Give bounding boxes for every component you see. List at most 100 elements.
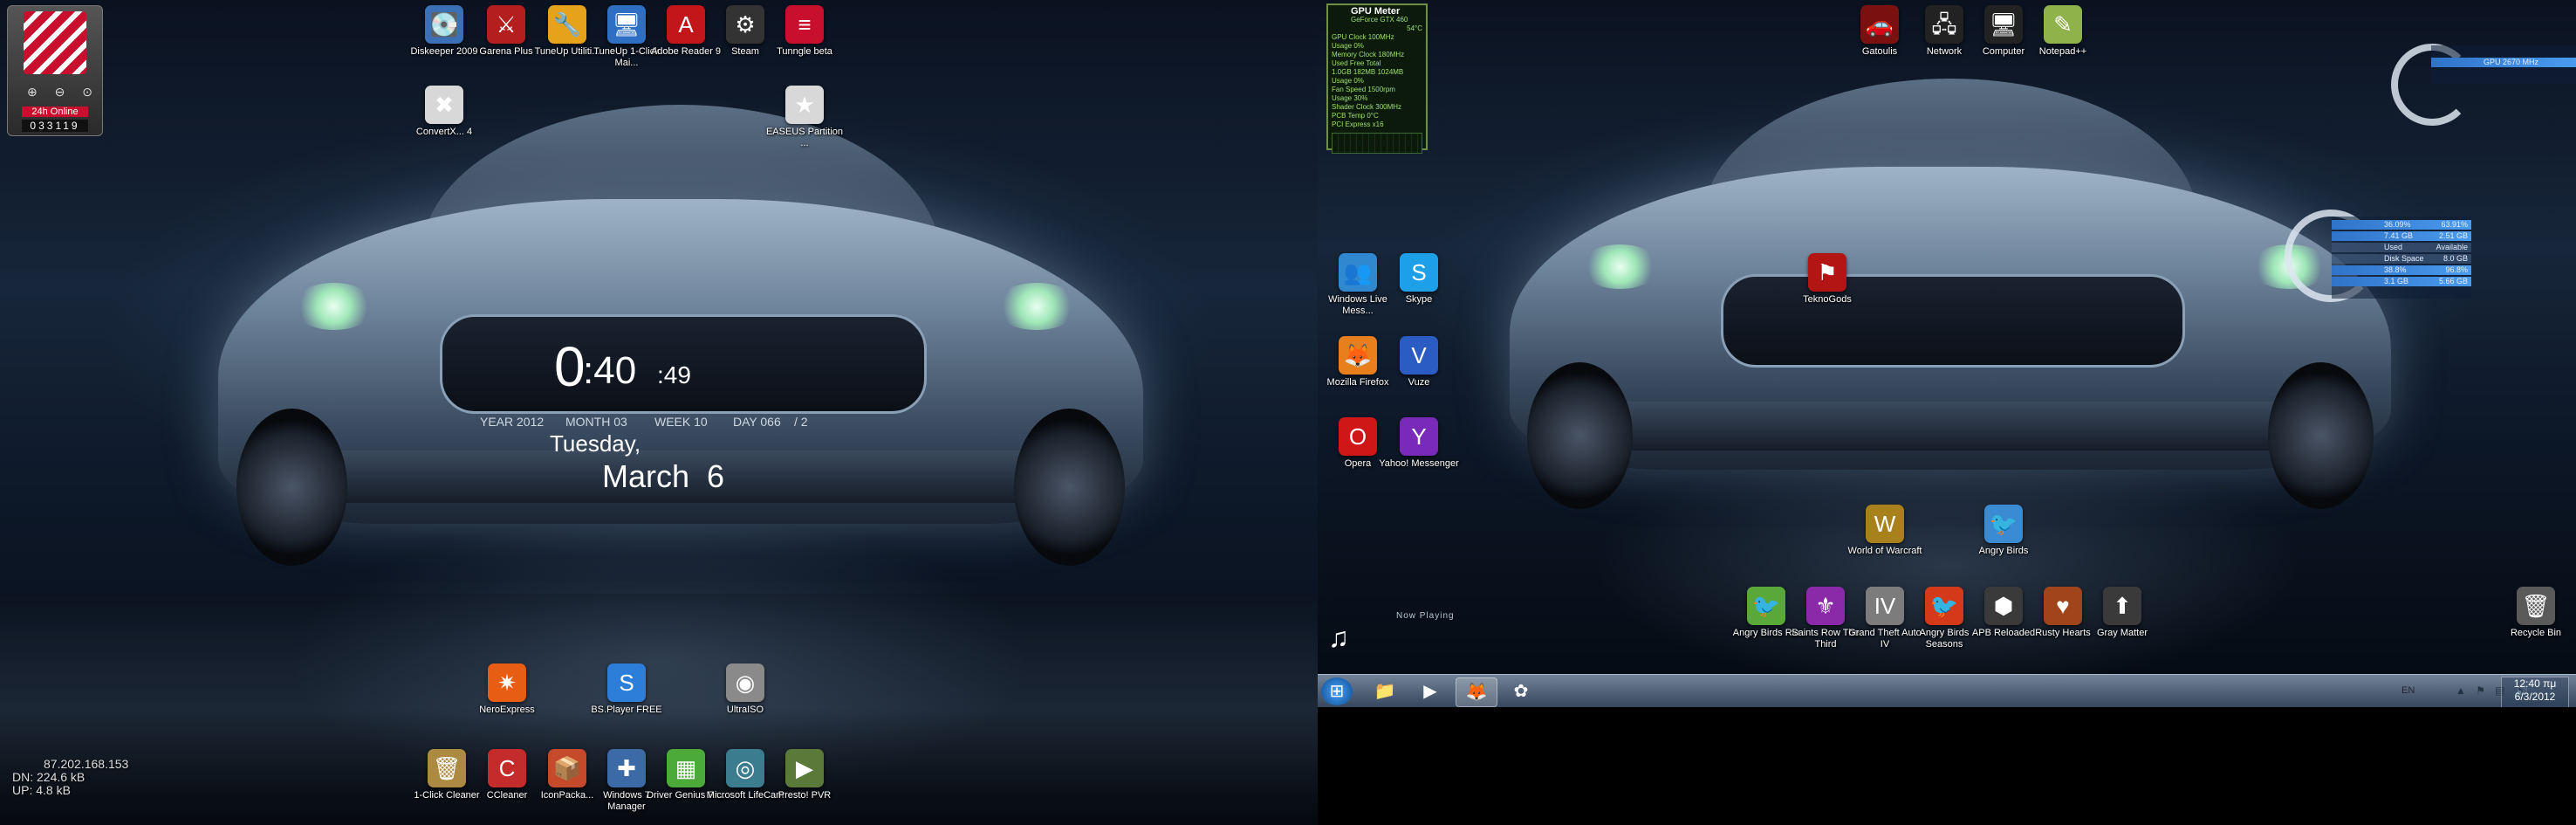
tray-clock[interactable]: 12:40 πμ 6/3/2012 — [2501, 677, 2569, 708]
vuze-icon: V — [1400, 336, 1438, 375]
desktop-icon-yahoo-messenger[interactable]: Y Yahoo! Messenger — [1379, 417, 1459, 470]
gpu-meter-title: GPU Meter — [1351, 6, 1401, 17]
clock-hour: 0 — [554, 335, 586, 398]
tunngle-icon: ≡ — [785, 5, 824, 44]
desktop-icon-convertx[interactable]: ✖ ConvertX... 4 — [404, 86, 484, 138]
bsplayer-icon: S — [607, 663, 646, 702]
desktop-icon-tunngle[interactable]: ≡ Tunngle beta — [764, 5, 845, 58]
language-indicator[interactable]: EN — [2401, 685, 2415, 696]
taskbar-media-player-button[interactable]: ▶ — [1410, 677, 1450, 705]
clock-day-num: DAY 066 — [733, 415, 781, 429]
network-meter: 87.202.168.153 DN: 224.6 kB UP: 4.8 kB — [12, 758, 128, 797]
online-label: 24h Online — [22, 107, 88, 117]
taskbar-firefox-button[interactable]: 🦊 — [1456, 677, 1497, 707]
network-icon: 🖧 — [1925, 5, 1963, 44]
windows7-manager-icon: ✚ — [607, 749, 646, 787]
tray-time: 12:40 πμ — [2513, 677, 2557, 690]
gpu-model: GeForce GTX 460 — [1351, 16, 1408, 24]
apb-icon: ⬢ — [1984, 587, 2023, 625]
gpu-line: Usage 0% — [1332, 77, 1364, 85]
firefox-icon: 🦊 — [1465, 683, 1488, 702]
gpu-line: Shader Clock 300MHz — [1332, 103, 1402, 111]
desktop-icon-presto-pvr[interactable]: ▶ Presto! PVR — [764, 749, 845, 801]
taskbar-app-button[interactable]: ✿ — [1501, 677, 1541, 705]
cpu-bar: GPU 2670 MHz — [2431, 58, 2576, 67]
gpu-temp: 54°C — [1407, 24, 1422, 32]
gpu-line: Usage 0% — [1332, 42, 1364, 50]
wow-icon: W — [1866, 505, 1904, 543]
drive-row: Disk Space 8.0 GB — [2332, 254, 2471, 264]
ip-address: 87.202.168.153 — [44, 757, 129, 771]
drive-row: 36.09% 63.91% — [2332, 220, 2471, 230]
easeus-icon: ★ — [785, 86, 824, 124]
gpu-line: 1.0GB 182MB 1024MB — [1332, 68, 1404, 76]
angry-birds-seasons-icon: 🐦 — [1925, 587, 1963, 625]
car-folder-icon: 🚗 — [1860, 5, 1899, 44]
gpu-meter-gadget[interactable]: GPU Meter GeForce GTX 460 54°C GPU Clock… — [1326, 3, 1428, 154]
recycle-bin-icon: 🗑 — [2517, 587, 2555, 625]
taskbar-explorer-button[interactable]: 📁 — [1365, 677, 1405, 705]
desktop-icon-wow[interactable]: W World of Warcraft — [1845, 505, 1925, 557]
yahoo-messenger-icon: Y — [1400, 417, 1438, 456]
desktop-icon-ultraiso[interactable]: ◉ UltraISO — [705, 663, 785, 716]
clock-weekday: Tuesday, — [550, 430, 641, 457]
drive-row: 7.41 GB 2.51 GB — [2332, 231, 2471, 241]
ccleaner-icon: C — [488, 749, 526, 787]
angry-birds-rio-icon: 🐦 — [1747, 587, 1785, 625]
gta4-icon: IV — [1866, 587, 1904, 625]
desktop-icon-vuze[interactable]: V Vuze — [1379, 336, 1459, 388]
opera-icon: O — [1339, 417, 1377, 456]
clock-date: 6 — [707, 458, 725, 494]
desktop-icon-bsplayer[interactable]: S BS.Player FREE — [586, 663, 667, 716]
gpu-line: GPU Clock 100MHz — [1332, 33, 1394, 41]
left-monitor-desktop: ⊕ ⊖ ⊙ 24h Online 033119 0 :40 :49 YEAR 2… — [0, 0, 1318, 825]
clock-minute: :40 — [583, 349, 637, 392]
widget-controls[interactable]: ⊕ ⊖ ⊙ — [27, 85, 99, 100]
music-note-icon[interactable]: ♫ — [1328, 620, 1358, 655]
tunngle-logo — [24, 11, 86, 74]
tuneup-icon: 🔧 — [548, 5, 586, 44]
cpu-widget[interactable]: GPU 2670 MHz — [2431, 45, 2576, 84]
drive-row: 38.8% 96.8% — [2332, 265, 2471, 275]
desktop-icon-recycle-bin[interactable]: 🗑 Recycle Bin — [2496, 587, 2576, 639]
convertx-icon: ✖ — [425, 86, 463, 124]
notepadpp-icon: ✎ — [2044, 5, 2082, 44]
desktop-icon-easeus[interactable]: ★ EASEUS Partition ... — [764, 86, 845, 149]
clock-month-num: MONTH 03 — [565, 415, 627, 429]
gpu-graph — [1332, 133, 1422, 154]
driver-genius-icon: ▦ — [667, 749, 705, 787]
app-icon: ✿ — [1513, 682, 1529, 701]
desktop-icon-teknogods[interactable]: ⚑ TeknoGods — [1787, 253, 1867, 306]
steam-icon: ⚙ — [726, 5, 764, 44]
desktop-icon-notepadpp[interactable]: ✎ Notepad++ — [2023, 5, 2103, 58]
drive-row: 3.1 GB 5.66 GB — [2332, 277, 2471, 286]
tray-date: 6/3/2012 — [2514, 691, 2556, 703]
live-messenger-icon: 👥 — [1339, 253, 1377, 292]
diskeeper-icon: 💽 — [425, 5, 463, 44]
clock-day-div: / 2 — [794, 415, 808, 429]
gpu-line: Usage 30% — [1332, 94, 1368, 102]
taskbar: ⊞ 📁 ▶ 🦊 ✿ EN ▲ ⚑ ▤ 🔊 12:40 πμ 6/3/2012 — [1318, 674, 2576, 708]
ultraiso-icon: ◉ — [726, 663, 764, 702]
desktop-icon-skype[interactable]: S Skype — [1379, 253, 1459, 306]
iconpackager-icon: 📦 — [548, 749, 586, 787]
drive-space-widget[interactable]: 36.09% 63.91% 7.41 GB 2.51 GB Used Availabl… — [2332, 217, 2471, 299]
clock-week: WEEK 10 — [654, 415, 708, 429]
right-monitor-desktop: GPU Meter GeForce GTX 460 54°C GPU Clock… — [1318, 0, 2576, 825]
desktop-icon-angry-birds[interactable]: 🐦 Angry Birds — [1963, 505, 2044, 557]
gpu-line: PCB Temp 0°C — [1332, 112, 1379, 120]
tunngle-widget[interactable]: ⊕ ⊖ ⊙ 24h Online 033119 — [7, 5, 103, 136]
saints-row-icon: ⚜ — [1806, 587, 1845, 625]
desktop-icon-gray-matter[interactable]: ⬆ Gray Matter — [2082, 587, 2162, 639]
rusty-hearts-icon: ♥ — [2044, 587, 2082, 625]
media-player-icon: ▶ — [1423, 682, 1437, 701]
start-button[interactable]: ⊞ — [1321, 677, 1353, 705]
windows-icon: ⊞ — [1329, 682, 1345, 701]
wallpaper-car — [1510, 79, 2391, 567]
firefox-icon: 🦊 — [1339, 336, 1377, 375]
drive-row: Used Available — [2332, 243, 2471, 252]
gpu-line: Used Free Total — [1332, 59, 1381, 67]
angry-birds-icon: 🐦 — [1984, 505, 2023, 543]
upload-rate: UP: 4.8 kB — [12, 783, 71, 797]
desktop-icon-neroexpress[interactable]: ✷ NeroExpress — [467, 663, 547, 716]
